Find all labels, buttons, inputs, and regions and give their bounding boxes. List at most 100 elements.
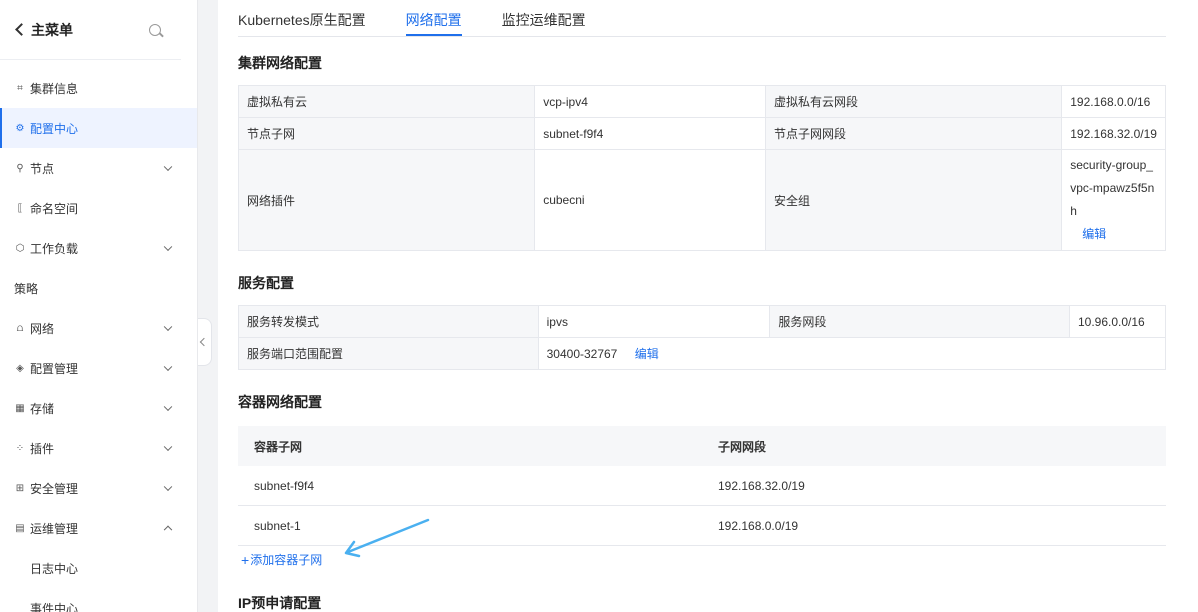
column-header-cidr: 子网网段 xyxy=(718,439,767,454)
cluster-network-table: 虚拟私有云 vcp-ipv4 虚拟私有云网段 192.168.0.0/16 节点… xyxy=(237,85,1166,251)
chevron-down-icon xyxy=(163,162,173,172)
sidebar-item-ops[interactable]: ▤ 运维管理 xyxy=(0,508,197,548)
back-label: 主菜单 xyxy=(31,21,73,38)
namespace-icon: ⟦ xyxy=(17,202,23,214)
container-subnet-name: subnet-f9f4 xyxy=(254,478,315,493)
service-config-table: 服务转发模式 ipvs 服务网段 10.96.0.0/16 服务端口范围配置 3… xyxy=(238,305,1167,370)
service-mode-label: 服务转发模式 xyxy=(238,305,539,338)
chevron-down-icon xyxy=(163,442,173,452)
sidebar-item-storage[interactable]: ▦ 存储 xyxy=(0,388,197,428)
sidebar-item-policies[interactable]: 策略 xyxy=(0,268,197,308)
container-subnet-name: subnet-1 xyxy=(254,518,301,533)
vpc-value: vcp-ipv4 xyxy=(534,85,767,118)
sidebar-item-config-management[interactable]: ◈ 配置管理 xyxy=(0,348,197,388)
sidebar-item-label: 节点 xyxy=(30,161,55,176)
sidebar-item-label: 存储 xyxy=(30,401,55,416)
network-plugin-label: 网络插件 xyxy=(237,149,536,251)
sidebar-item-label: 运维管理 xyxy=(30,521,79,536)
chevron-down-icon xyxy=(163,242,173,252)
plus-icon: + xyxy=(241,551,250,568)
chevron-down-icon xyxy=(163,402,173,412)
security-group-cell: security-group_vpc-mpawz5f5nh 编辑 xyxy=(1061,149,1166,251)
settings-icon: ⚙ xyxy=(15,122,25,134)
sidebar: 主菜单 ⌗ 集群信息 ⚙ 配置中心 ⚲ 节点 ⟦ 命名空间 ⬡ 工作负载 策略 xyxy=(0,0,198,612)
service-port-range-label: 服务端口范围配置 xyxy=(238,337,539,370)
security-icon: ⊞ xyxy=(15,482,25,494)
container-subnet-cidr: 192.168.0.0/19 xyxy=(718,518,799,533)
table-row: 节点子网 subnet-f9f4 节点子网网段 192.168.32.0/19 xyxy=(237,117,1166,150)
plugin-icon: ⁘ xyxy=(15,442,25,454)
cluster-network-title: 集群网络配置 xyxy=(238,55,322,71)
sidebar-collapse-toggle[interactable] xyxy=(198,318,212,366)
sidebar-item-security[interactable]: ⊞ 安全管理 xyxy=(0,468,197,508)
sidebar-item-cluster-info[interactable]: ⌗ 集群信息 xyxy=(0,68,197,108)
sidebar-item-plugins[interactable]: ⁘ 插件 xyxy=(0,428,197,468)
sidebar-item-label: 插件 xyxy=(30,441,55,456)
service-cidr-value: 10.96.0.0/16 xyxy=(1068,305,1167,338)
tab-network-config[interactable]: 网络配置 xyxy=(405,0,462,36)
tab-kubernetes-native[interactable]: Kubernetes原生配置 xyxy=(238,0,366,36)
node-subnet-cidr-value: 192.168.32.0/19 xyxy=(1061,117,1166,150)
vpc-label: 虚拟私有云 xyxy=(237,85,536,118)
column-header-subnet: 容器子网 xyxy=(254,439,303,454)
sidebar-item-network[interactable]: ⩍ 网络 xyxy=(0,308,197,348)
vpc-cidr-label: 虚拟私有云网段 xyxy=(765,85,1063,118)
network-plugin-value: cubecni xyxy=(534,149,767,251)
sidebar-item-config-center[interactable]: ⚙ 配置中心 xyxy=(0,108,197,148)
chevron-down-icon xyxy=(163,362,173,372)
node-icon: ⚲ xyxy=(16,162,24,174)
sidebar-item-label: 集群信息 xyxy=(30,81,79,96)
sidebar-item-label: 安全管理 xyxy=(30,481,79,496)
service-port-range-value: 30400-32767 xyxy=(546,347,618,361)
service-config-title: 服务配置 xyxy=(238,275,294,291)
sidebar-item-namespaces[interactable]: ⟦ 命名空间 xyxy=(0,188,197,228)
sidebar-item-event-center[interactable]: 事件中心 xyxy=(0,588,197,612)
add-container-subnet-button[interactable]: + 添加容器子网 xyxy=(241,551,322,568)
annotation-arrow xyxy=(344,518,430,558)
sidebar-item-label: 配置管理 xyxy=(30,361,79,376)
service-port-range-cell: 30400-32767 编辑 xyxy=(537,337,1167,370)
chevron-left-icon xyxy=(15,23,28,36)
tab-monitoring-ops[interactable]: 监控运维配置 xyxy=(502,0,586,36)
container-network-title: 容器网络配置 xyxy=(238,394,322,410)
chevron-up-icon xyxy=(163,525,173,535)
service-port-edit-link[interactable]: 编辑 xyxy=(635,347,659,361)
table-row: 服务端口范围配置 30400-32767 编辑 xyxy=(238,337,1167,370)
search-icon[interactable] xyxy=(149,23,161,36)
sidebar-header: 主菜单 xyxy=(0,0,181,60)
chevron-down-icon xyxy=(163,482,173,492)
config-icon: ◈ xyxy=(16,362,24,374)
table-row: 服务转发模式 ipvs 服务网段 10.96.0.0/16 xyxy=(238,305,1167,338)
sidebar-item-label: 策略 xyxy=(14,281,39,296)
config-tabs: Kubernetes原生配置 网络配置 监控运维配置 xyxy=(238,0,1166,37)
chevron-down-icon xyxy=(163,322,173,332)
network-icon: ⩍ xyxy=(16,322,24,334)
node-subnet-cidr-label: 节点子网网段 xyxy=(765,117,1063,150)
table-row: 虚拟私有云 vcp-ipv4 虚拟私有云网段 192.168.0.0/16 xyxy=(237,85,1166,118)
sidebar-item-label: 命名空间 xyxy=(30,201,79,216)
table-header: 容器子网 子网网段 xyxy=(238,426,1166,466)
sidebar-item-nodes[interactable]: ⚲ 节点 xyxy=(0,148,197,188)
security-group-edit-link[interactable]: 编辑 xyxy=(1082,227,1106,241)
vpc-cidr-value: 192.168.0.0/16 xyxy=(1061,85,1166,118)
service-mode-value: ipvs xyxy=(537,305,771,338)
security-group-label: 安全组 xyxy=(765,149,1063,251)
container-subnet-cidr: 192.168.32.0/19 xyxy=(718,478,805,493)
storage-icon: ▦ xyxy=(15,402,25,414)
ops-icon: ▤ xyxy=(15,522,25,534)
sidebar-item-label: 日志中心 xyxy=(30,561,79,576)
table-row: 网络插件 cubecni 安全组 security-group_vpc-mpaw… xyxy=(237,149,1166,251)
add-container-subnet-label: 添加容器子网 xyxy=(250,553,323,567)
workload-icon: ⬡ xyxy=(15,242,25,254)
back-to-main-menu[interactable]: 主菜单 xyxy=(14,20,73,40)
sidebar-item-workloads[interactable]: ⬡ 工作负载 xyxy=(0,228,197,268)
service-cidr-label: 服务网段 xyxy=(769,305,1070,338)
node-subnet-value: subnet-f9f4 xyxy=(534,117,767,150)
cluster-icon: ⌗ xyxy=(17,82,23,94)
sidebar-menu: ⌗ 集群信息 ⚙ 配置中心 ⚲ 节点 ⟦ 命名空间 ⬡ 工作负载 策略 ⩍ 网络 xyxy=(0,68,197,612)
security-group-value: security-group_vpc-mpawz5f5nh xyxy=(1070,158,1155,218)
sidebar-item-log-center[interactable]: 日志中心 xyxy=(0,548,197,588)
table-row: subnet-f9f4 192.168.32.0/19 xyxy=(238,466,1166,506)
sidebar-item-label: 配置中心 xyxy=(30,121,79,136)
sidebar-item-label: 工作负载 xyxy=(30,241,79,256)
